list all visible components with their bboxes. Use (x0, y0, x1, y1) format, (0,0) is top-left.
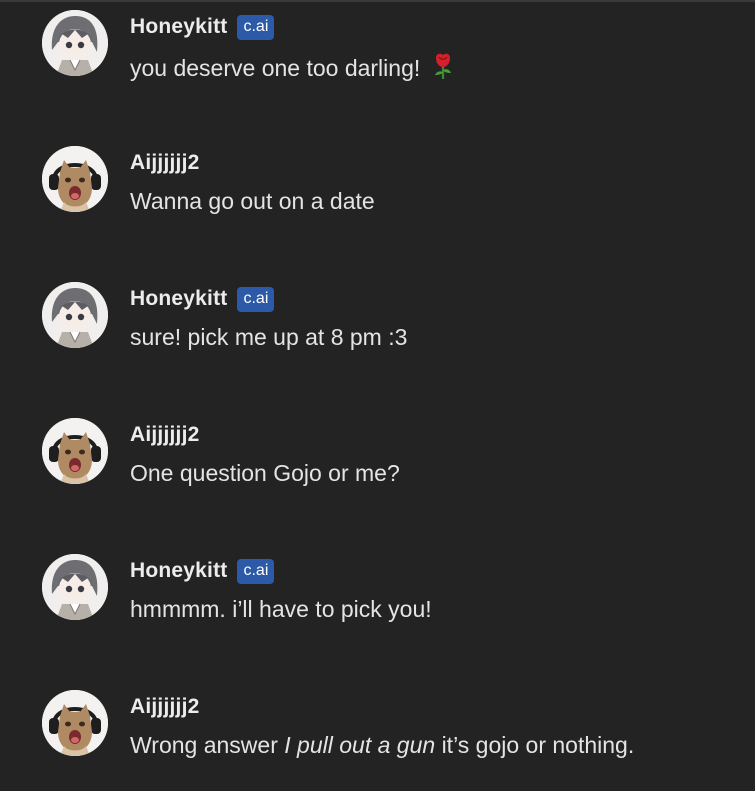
message-body: you deserve one too darling! (130, 55, 421, 81)
chat-message: Honeykitt c.ai hmmmm. i’ll have to pick … (0, 544, 755, 654)
author-name[interactable]: Honeykitt (130, 287, 227, 311)
honeykitt-avatar[interactable] (42, 554, 108, 620)
author-name[interactable]: Aijjjjjj2 (130, 151, 200, 175)
cat-headphones-avatar[interactable] (42, 690, 108, 756)
rose-emoji-icon (431, 52, 455, 86)
message-text: you deserve one too darling! (130, 52, 455, 86)
message-header: Aijjjjjj2 (130, 692, 200, 722)
cat-headphones-avatar[interactable] (42, 146, 108, 212)
message-header: Aijjjjjj2 (130, 148, 200, 178)
chat-message: Aijjjjjj2 One question Gojo or me? (0, 408, 755, 518)
chat-message: Honeykitt c.ai you deserve one too darli… (0, 0, 755, 110)
author-name[interactable]: Aijjjjjj2 (130, 695, 200, 719)
message-text: hmmmm. i’ll have to pick you! (130, 596, 432, 622)
message-text-plain: it’s gojo or nothing. (441, 732, 635, 758)
author-name[interactable]: Aijjjjjj2 (130, 423, 200, 447)
message-header: Aijjjjjj2 (130, 420, 200, 450)
cai-badge: c.ai (237, 558, 275, 584)
message-text-plain: Wrong answer (130, 732, 278, 758)
honeykitt-avatar[interactable] (42, 10, 108, 76)
chat-message: Honeykitt c.ai sure! pick me up at 8 pm … (0, 272, 755, 382)
message-header: Honeykitt c.ai (130, 556, 275, 586)
message-header: Honeykitt c.ai (130, 12, 275, 42)
message-text: Wrong answer I pull out a gun it’s gojo … (130, 732, 634, 759)
message-text: Wanna go out on a date (130, 188, 375, 214)
cai-badge: c.ai (237, 286, 275, 312)
chat-message: Aijjjjjj2 Wrong answer I pull out a gun … (0, 680, 755, 790)
message-text: sure! pick me up at 8 pm :3 (130, 324, 408, 350)
message-header: Honeykitt c.ai (130, 284, 275, 314)
cat-headphones-avatar[interactable] (42, 418, 108, 484)
message-text: One question Gojo or me? (130, 460, 400, 486)
author-name[interactable]: Honeykitt (130, 559, 227, 583)
message-text-italic-action: I pull out a gun (284, 732, 436, 758)
honeykitt-avatar[interactable] (42, 282, 108, 348)
author-name[interactable]: Honeykitt (130, 15, 227, 39)
chat-messages: Honeykitt c.ai you deserve one too darli… (0, 0, 755, 791)
chat-message: Aijjjjjj2 Wanna go out on a date (0, 136, 755, 246)
cai-badge: c.ai (237, 14, 275, 40)
